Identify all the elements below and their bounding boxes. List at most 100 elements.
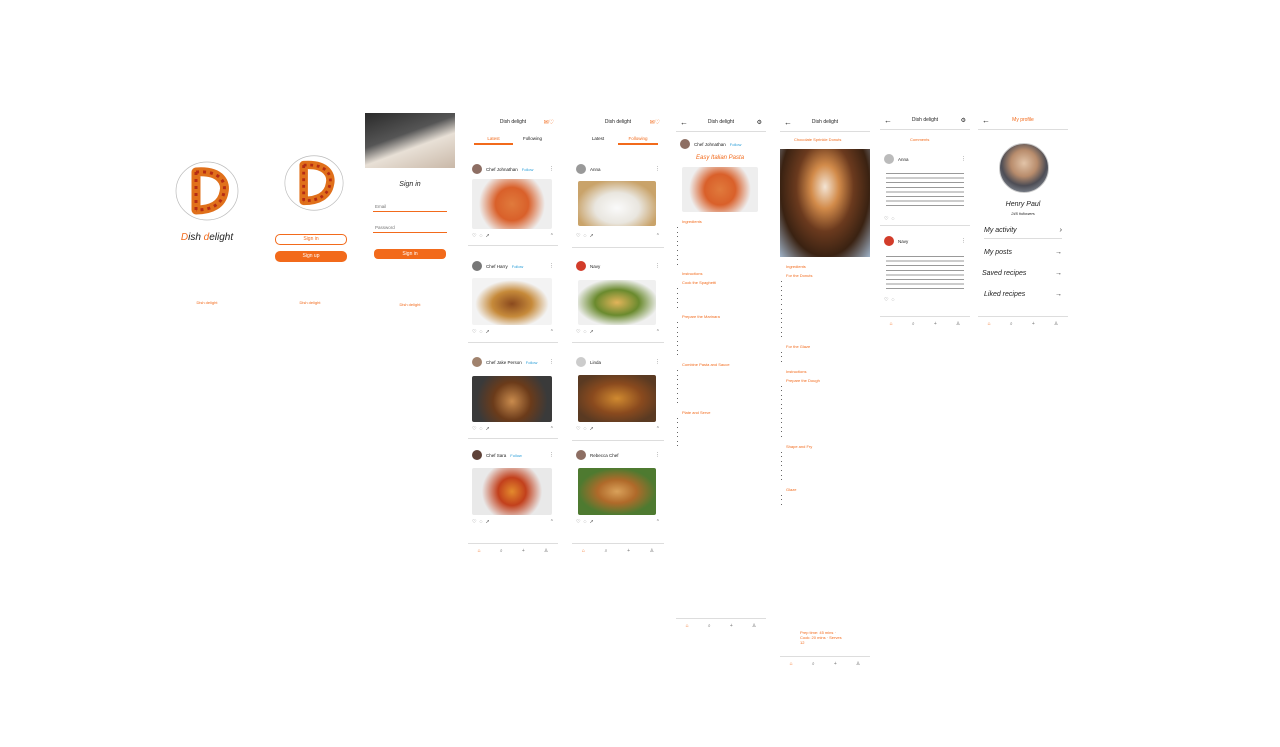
more-icon[interactable]: ⋮ bbox=[655, 452, 660, 458]
password-field[interactable] bbox=[373, 223, 447, 233]
save-icon[interactable]: ⌃ bbox=[550, 329, 554, 335]
share-icon[interactable]: ➚ bbox=[485, 519, 489, 525]
avatar[interactable] bbox=[576, 357, 586, 367]
more-icon[interactable]: ⋮ bbox=[655, 166, 660, 172]
avatar[interactable] bbox=[472, 450, 482, 460]
post-author[interactable]: Chef Johnathan bbox=[694, 142, 726, 147]
add-icon[interactable]: + bbox=[730, 623, 733, 629]
search-icon[interactable]: ⌕ bbox=[1010, 321, 1013, 327]
post-author[interactable]: Chef Harry bbox=[486, 264, 508, 269]
email-field[interactable] bbox=[373, 202, 447, 212]
share-icon[interactable]: ➚ bbox=[589, 519, 593, 525]
menu-my-activity[interactable]: My activity › bbox=[984, 227, 1062, 239]
post-author[interactable]: Linda bbox=[590, 360, 601, 365]
post-author[interactable]: Chef Johnathan bbox=[486, 167, 518, 172]
save-icon[interactable]: ⌃ bbox=[550, 233, 554, 239]
save-icon[interactable]: ⌃ bbox=[656, 426, 660, 432]
more-icon[interactable]: ⋮ bbox=[655, 263, 660, 269]
like-icon[interactable]: ♡ bbox=[472, 233, 476, 239]
more-icon[interactable]: ⋮ bbox=[549, 359, 554, 365]
profile-icon[interactable]: ♙ bbox=[956, 321, 960, 327]
search-icon[interactable]: ⌕ bbox=[812, 661, 815, 667]
follow-button[interactable]: Follow bbox=[512, 264, 524, 269]
back-arrow-icon[interactable]: ← bbox=[680, 118, 688, 127]
save-icon[interactable]: ⌃ bbox=[656, 519, 660, 525]
comment-icon[interactable]: ◌ bbox=[479, 329, 482, 335]
like-icon[interactable]: ♡ bbox=[576, 519, 580, 525]
tab-following[interactable]: Following bbox=[618, 135, 658, 145]
comment-icon[interactable]: ◌ bbox=[583, 426, 586, 432]
comment-icon[interactable]: ◌ bbox=[583, 329, 586, 335]
add-icon[interactable]: + bbox=[934, 321, 937, 327]
share-icon[interactable]: ➚ bbox=[485, 329, 489, 335]
signin-button[interactable]: Sign in bbox=[374, 249, 446, 259]
home-icon[interactable]: ⌂ bbox=[890, 321, 893, 327]
back-arrow-icon[interactable]: ← bbox=[884, 116, 892, 125]
comment-icon[interactable]: ◌ bbox=[891, 216, 894, 222]
save-icon[interactable]: ⌃ bbox=[656, 329, 660, 335]
avatar[interactable] bbox=[884, 236, 894, 246]
more-icon[interactable]: ⋮ bbox=[549, 263, 554, 269]
menu-saved-recipes[interactable]: Saved recipes → bbox=[982, 270, 1062, 281]
notification-icon[interactable]: ✉♡ bbox=[544, 119, 554, 126]
share-icon[interactable]: ➚ bbox=[485, 233, 489, 239]
search-icon[interactable]: ⌕ bbox=[605, 548, 608, 554]
post-image[interactable] bbox=[472, 376, 552, 422]
avatar[interactable] bbox=[576, 164, 586, 174]
menu-liked-recipes[interactable]: Liked recipes → bbox=[984, 291, 1062, 302]
add-icon[interactable]: + bbox=[1032, 321, 1035, 327]
post-image[interactable] bbox=[578, 280, 656, 325]
tab-latest[interactable]: Latest bbox=[474, 135, 513, 145]
more-icon[interactable]: ⋮ bbox=[549, 452, 554, 458]
comment-icon[interactable]: ◌ bbox=[479, 233, 482, 239]
home-icon[interactable]: ⌂ bbox=[790, 661, 793, 667]
profile-icon[interactable]: ♙ bbox=[856, 661, 860, 667]
comment-icon[interactable]: ◌ bbox=[583, 233, 586, 239]
post-image[interactable] bbox=[472, 179, 552, 229]
like-icon[interactable]: ♡ bbox=[472, 426, 476, 432]
search-icon[interactable]: ⌕ bbox=[500, 548, 503, 554]
comment-icon[interactable]: ◌ bbox=[891, 297, 894, 303]
avatar[interactable] bbox=[680, 139, 690, 149]
home-icon[interactable]: ⌂ bbox=[478, 548, 481, 554]
add-icon[interactable]: + bbox=[522, 548, 525, 554]
comment-icon[interactable]: ◌ bbox=[479, 426, 482, 432]
post-image[interactable] bbox=[578, 375, 656, 422]
home-icon[interactable]: ⌂ bbox=[582, 548, 585, 554]
notification-icon[interactable]: ✉♡ bbox=[650, 119, 660, 126]
like-icon[interactable]: ♡ bbox=[576, 329, 580, 335]
recipe-image[interactable] bbox=[682, 167, 758, 212]
post-author[interactable]: Chef Jake Person bbox=[486, 360, 522, 365]
comment-author[interactable]: Anna bbox=[898, 157, 909, 162]
post-author[interactable]: Anna bbox=[590, 167, 601, 172]
more-icon[interactable]: ⋮ bbox=[961, 238, 966, 244]
like-icon[interactable]: ♡ bbox=[472, 329, 476, 335]
post-image[interactable] bbox=[472, 468, 552, 515]
post-image[interactable] bbox=[472, 278, 552, 325]
settings-icon[interactable]: ⚙ bbox=[757, 119, 762, 126]
signup-button[interactable]: Sign up bbox=[275, 251, 347, 262]
like-icon[interactable]: ♡ bbox=[472, 519, 476, 525]
more-icon[interactable]: ⋮ bbox=[549, 166, 554, 172]
profile-avatar[interactable] bbox=[999, 143, 1049, 193]
save-icon[interactable]: ⌃ bbox=[656, 233, 660, 239]
like-icon[interactable]: ♡ bbox=[576, 233, 580, 239]
post-image[interactable] bbox=[578, 468, 656, 515]
avatar[interactable] bbox=[884, 154, 894, 164]
more-icon[interactable]: ⋮ bbox=[961, 156, 966, 162]
add-icon[interactable]: + bbox=[834, 661, 837, 667]
profile-icon[interactable]: ♙ bbox=[752, 623, 756, 629]
comment-author[interactable]: Navy bbox=[898, 239, 908, 244]
save-icon[interactable]: ⌃ bbox=[550, 519, 554, 525]
avatar[interactable] bbox=[576, 261, 586, 271]
share-icon[interactable]: ➚ bbox=[589, 426, 593, 432]
post-author[interactable]: Chef Sara bbox=[486, 453, 506, 458]
signin-button[interactable]: Sign in bbox=[275, 234, 347, 245]
back-arrow-icon[interactable]: ← bbox=[784, 118, 792, 127]
home-icon[interactable]: ⌂ bbox=[686, 623, 689, 629]
like-icon[interactable]: ♡ bbox=[884, 216, 888, 222]
post-author[interactable]: Navy bbox=[590, 264, 600, 269]
follow-button[interactable]: Follow bbox=[730, 142, 742, 147]
tab-latest[interactable]: Latest bbox=[578, 135, 618, 145]
profile-icon[interactable]: ♙ bbox=[1054, 321, 1058, 327]
